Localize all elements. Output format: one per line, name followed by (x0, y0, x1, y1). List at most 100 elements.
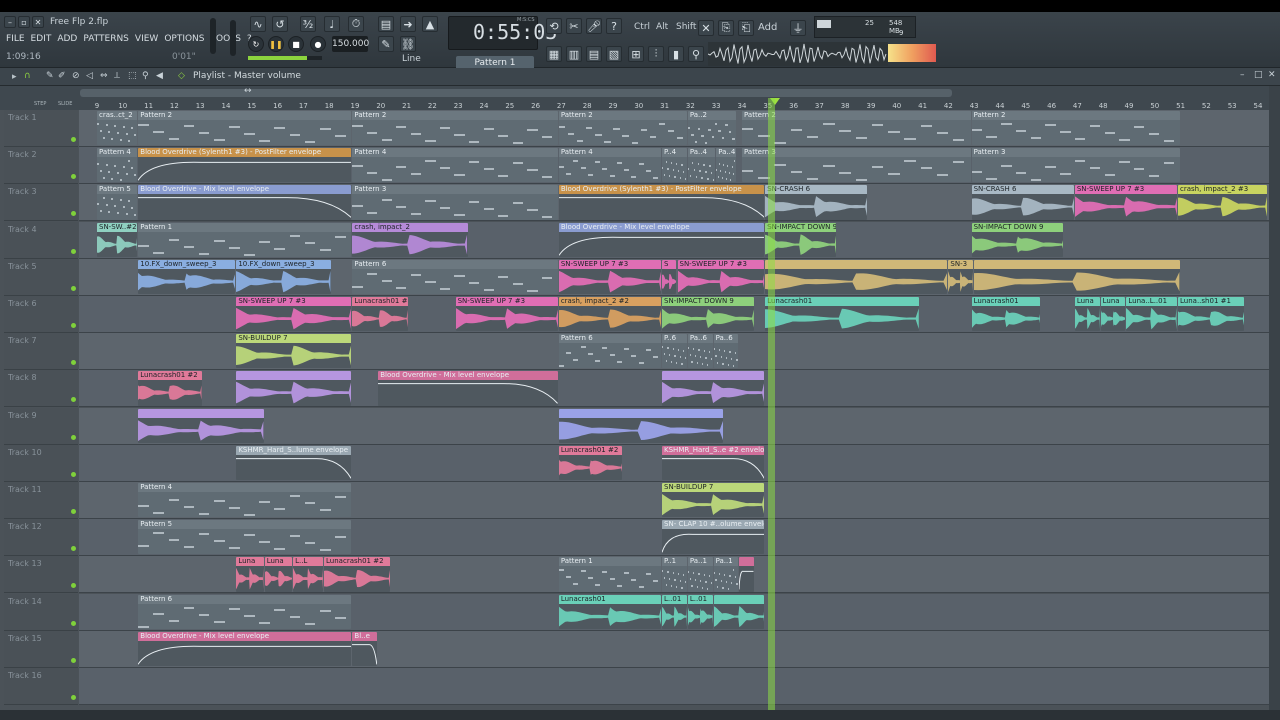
automation-clip[interactable]: Blood Overdrive (Sylenth1 #3) - PostFilt… (558, 185, 765, 220)
audio-clip[interactable]: crash, impact_2 #2 (558, 297, 661, 332)
pattern-clip[interactable]: Pa..4 (716, 148, 736, 183)
audio-clip[interactable]: SN-3 (948, 259, 974, 294)
track-mute-led[interactable] (71, 174, 76, 180)
track-header[interactable]: Track 6 (4, 296, 78, 333)
menu-item-view[interactable]: VIEW (135, 32, 158, 46)
track-header[interactable]: Track 1 (4, 110, 78, 147)
snap-select[interactable]: Line (402, 54, 421, 64)
track-mute-led[interactable] (71, 657, 76, 663)
master-volume-slider[interactable] (210, 18, 216, 54)
track-header[interactable]: Track 3 (4, 184, 78, 222)
audio-clip[interactable]: SN-CRASH 6 (971, 185, 1074, 220)
automation-clip[interactable]: Bl..e (352, 631, 378, 666)
audio-clip[interactable]: Luna..L..01 (1126, 297, 1177, 332)
mixer-icon[interactable]: ⫶ (648, 46, 664, 62)
playlist-arrows-icon[interactable]: ◇ (178, 71, 185, 81)
slice-tool-icon[interactable]: ⟂ (114, 71, 120, 81)
plugin-icon[interactable]: ⏚ (790, 20, 806, 36)
automation-clip[interactable] (739, 557, 754, 592)
tempo-display[interactable]: 150.000 (332, 36, 369, 52)
audio-clip[interactable] (974, 259, 1180, 294)
pattern-clip[interactable]: Pattern 3 (742, 148, 971, 183)
pattern-clip[interactable]: Pa..6 (687, 334, 713, 369)
audio-clip[interactable]: 10.FX_down_sweep_3 (138, 259, 236, 294)
channel-rack-icon[interactable]: ⊞ (628, 46, 644, 62)
restore-icon[interactable]: ▫ (18, 16, 30, 28)
audio-clip[interactable]: S (662, 259, 677, 294)
playlist-close-icon[interactable]: ✕ (1268, 70, 1276, 80)
vertical-scrollbar[interactable] (1269, 86, 1280, 710)
audio-clip[interactable]: 10.FX_down_sweep_3 (236, 259, 331, 294)
link-icon[interactable]: ⛓ (400, 36, 416, 52)
audio-clip[interactable]: Luna..sh01 #1 (1178, 297, 1245, 332)
zoom-tool-icon[interactable]: ⚲ (142, 71, 149, 81)
master-pitch-slider[interactable] (230, 20, 236, 56)
pattern-clip[interactable]: Pattern 2 (742, 111, 971, 146)
automation-clip[interactable]: Blood Overdrive - Mix level envelope (558, 222, 765, 257)
pattern-clip[interactable]: P..1 (662, 557, 687, 592)
paste-icon[interactable]: ⎗ (738, 20, 754, 36)
track-mute-led[interactable] (71, 583, 76, 589)
pattern-clip[interactable]: Pattern 1 (138, 222, 352, 257)
audio-clip[interactable]: Lunacrash01 #2 (324, 557, 391, 592)
audio-clip[interactable]: Lunacrash01 #2 (138, 371, 202, 406)
pattern-clip[interactable]: Pattern 1 (558, 557, 661, 592)
hat-icon[interactable]: ▲ (422, 16, 438, 32)
horizontal-overview-scrollbar[interactable] (80, 89, 952, 97)
pattern-clip[interactable]: Pattern 4 (352, 148, 558, 183)
track-mute-led[interactable] (71, 360, 76, 366)
view-icon-1[interactable]: ▦ (546, 46, 562, 62)
automation-clip[interactable]: Blood Overdrive (Sylenth1 #3) - PostFilt… (138, 148, 352, 183)
position-slider[interactable] (248, 56, 322, 60)
track-header[interactable]: Track 7 (4, 333, 78, 371)
track-lane[interactable] (79, 668, 1269, 705)
loop-icon[interactable]: ↻ (248, 36, 264, 52)
audio-clip[interactable]: Luna (1074, 297, 1100, 332)
track-header[interactable]: Track 5 (4, 258, 78, 296)
pattern-clip[interactable]: Pattern 2 (971, 111, 1180, 146)
cpu-icon[interactable]: ⟲ (546, 18, 562, 34)
audio-clip[interactable]: SN-BUILDUP 7 (662, 483, 765, 518)
audio-clip[interactable]: SN-SW..#2 (97, 222, 138, 257)
horizontal-scrollbar[interactable] (0, 710, 1280, 720)
pattern-clip[interactable]: Pa..6 (713, 334, 739, 369)
resize-arrow-icon[interactable]: ↔ (244, 86, 252, 96)
pencil-icon[interactable]: ✎ (378, 36, 394, 52)
pattern-clip[interactable]: Pattern 2 (352, 111, 558, 146)
menu-item-edit[interactable]: EDIT (31, 32, 52, 46)
audio-clip[interactable]: Luna (1100, 297, 1126, 332)
wave-icon[interactable]: ∿ (250, 16, 266, 32)
pattern-clip[interactable]: Pattern 3 (971, 148, 1180, 183)
pattern-clip[interactable]: Pattern 4 (97, 148, 138, 183)
track-mute-led[interactable] (71, 323, 76, 328)
automation-clip[interactable]: KSHMR_Hard_S..lume envelope (236, 445, 352, 480)
pattern-clip[interactable]: Pattern 3 (352, 185, 558, 220)
track-mute-led[interactable] (71, 695, 76, 700)
audio-clip[interactable]: L..01 (687, 594, 713, 629)
pattern-clip[interactable]: Pattern 5 (138, 520, 352, 555)
magnet-icon[interactable]: ∩ (24, 71, 31, 81)
plugin-picker-icon[interactable]: ⚲ (688, 46, 704, 62)
wait-icon[interactable]: ⏱ (348, 16, 364, 32)
slip-tool-icon[interactable]: ⇔ (100, 71, 108, 81)
audio-clip[interactable]: SN-IMPACT DOWN 9 (662, 297, 754, 332)
menu-item-file[interactable]: FILE (6, 32, 25, 46)
track-header[interactable]: Track 16 (4, 668, 78, 705)
scissors-icon[interactable]: ✂ (566, 18, 582, 34)
view-icon-4[interactable]: ▧ (606, 46, 622, 62)
paint-icon[interactable]: ✐ (58, 71, 66, 81)
audio-clip[interactable]: Luna (236, 557, 264, 592)
draw-icon[interactable]: ✎ (46, 71, 54, 81)
automation-clip[interactable]: Blood Overdrive - Mix level envelope (378, 371, 558, 406)
alt-key[interactable]: Alt (656, 22, 668, 32)
automation-clip[interactable]: Blood Overdrive - Mix level envelope (138, 185, 352, 220)
audio-clip[interactable]: L..01 (662, 594, 687, 629)
pattern-clip[interactable]: Pa..1 (713, 557, 739, 592)
audio-clip[interactable]: Lunacrash01 #2 (558, 445, 623, 480)
track-mute-led[interactable] (71, 397, 76, 403)
automation-clip[interactable]: SN- CLAP 10 #..olume envelope (662, 520, 765, 555)
track-header[interactable]: Track 10 (4, 444, 78, 482)
menu-item-patterns[interactable]: PATTERNS (83, 32, 129, 46)
arrow-icon[interactable]: ➜ (400, 16, 416, 32)
audio-clip[interactable]: SN-IMPACT DOWN 9 (765, 222, 837, 257)
